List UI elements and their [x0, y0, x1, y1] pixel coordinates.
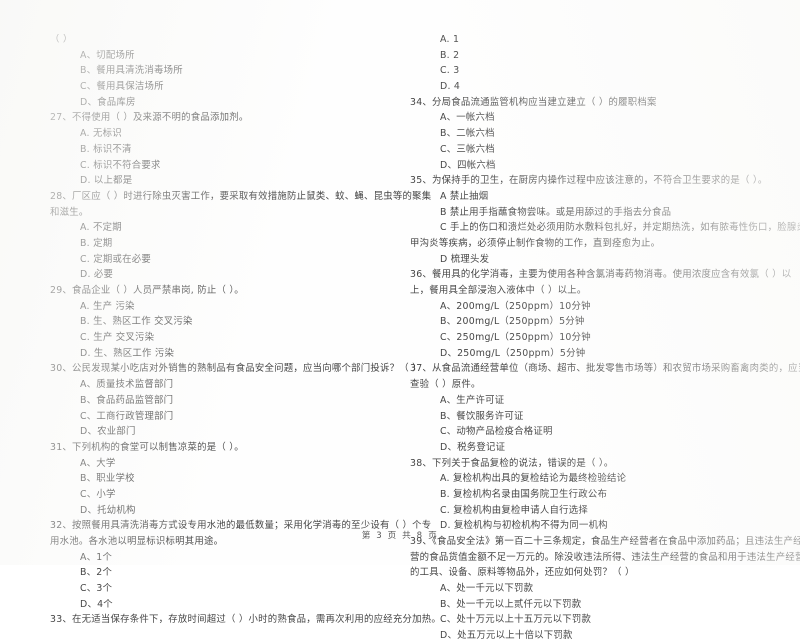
- left-option-line: D、食品库房: [80, 96, 136, 108]
- right-option-line: C、处十万元以上十五万元以下罚款: [440, 614, 592, 626]
- right-option-line: B、餐饮服务许可证: [440, 410, 524, 422]
- right-option-line: D、税务登记证: [440, 441, 506, 453]
- right-option-line: A、一帐六档: [440, 112, 495, 124]
- right-option-line: C. 3: [440, 65, 460, 77]
- left-option-line: A、大学: [80, 457, 116, 469]
- right-option-line: B. 2: [440, 49, 460, 61]
- scanned-page: （ ） A、切配场所 B、餐用具清洗消毒场所 C、餐用具保洁场所 D、食品库房 27、不得…: [0, 0, 800, 641]
- right-cont-line: 营的食品货值金额不足一万元的。除没收违法所得、违法生产经营的食品和用于违法生产经…: [410, 551, 800, 563]
- right-option-line: B、处一千元以上贰仟元以下罚款: [440, 598, 582, 610]
- left-option-line: A、质量技术监督部门: [80, 379, 174, 391]
- left-option-line: C、小学: [80, 488, 116, 500]
- left-option-line: A. 生产 污染: [80, 300, 135, 312]
- right-stem-line: 36、餐用具的化学消毒，主要为使用各种含氯消毒药物消毒。使用浓度应含有效氯（ ）…: [410, 269, 792, 281]
- left-option-line: A、1个: [80, 551, 113, 563]
- right-option-line: C、动物产品检疫合格证明: [440, 426, 553, 438]
- left-stem-line: 28、厂区应（ ）时进行除虫灭害工作，要采取有效措施防止鼠类、蚊、蝇、昆虫等的聚…: [50, 190, 432, 202]
- right-cont-line: 上，餐用具全部浸泡入液体中（ ）以上。: [410, 285, 587, 296]
- left-option-line: C、3个: [80, 583, 113, 595]
- left-option-line: B. 生、熟区工作 交叉污染: [80, 316, 193, 328]
- right-option-line: B 禁止用手指蘸食物尝味。或是用舔过的手指去分食品: [440, 206, 672, 218]
- right-option-line: C、250mg/L（250ppm）10分钟: [440, 332, 591, 344]
- right-option-line: D、四帐六档: [440, 159, 496, 171]
- left-option-line: D. 以上都是: [80, 175, 133, 187]
- left-stem-line: 31、下列机构的食堂可以制售凉菜的是（ ）。: [50, 441, 244, 453]
- right-option-line: C 手上的伤口和溃烂处必须用防水敷料包扎好，并定期热洗，如有脓毒性伤口，脸腺炎,: [440, 222, 800, 234]
- right-stem-line: 38、下列关于食品复检的说法，错误的是（ ）。: [410, 457, 614, 469]
- right-option-line: B. 复检机构名录由国务院卫生行政公布: [440, 488, 608, 500]
- right-option-line: D、处五万元以上十倍以下罚款: [440, 630, 573, 642]
- left-option-line: C. 定期或在必要: [80, 253, 152, 265]
- left-option-line: B. 标识不清: [80, 143, 132, 155]
- left-text-column: （ ） A、切配场所 B、餐用具清洗消毒场所 C、餐用具保洁场所 D、食品库房 27、不得…: [0, 32, 442, 644]
- left-stem-line: 33、在无适当保存条件下，存放时间超过（ ）小时的熟食品，需再次利用的应经充分加…: [50, 614, 442, 626]
- left-option-line: D、4个: [80, 598, 113, 610]
- right-option-line: A. 复检机构出具的复检结论为最终检验结论: [440, 473, 627, 485]
- left-option-line: B、食品药品监管部门: [80, 394, 174, 406]
- left-option-line: A. 不定期: [80, 222, 122, 234]
- left-option-line: A、切配场所: [80, 49, 135, 61]
- right-option-line: C、三帐六档: [440, 143, 495, 155]
- right-option-line: A、生产许可证: [440, 394, 505, 406]
- left-cont-line: 和滋生。: [50, 206, 89, 218]
- left-option-line: D. 必要: [80, 269, 114, 281]
- left-stem-line: （ ）: [50, 34, 73, 45]
- right-option-line: D、250mg/L（250ppm）5分钟: [440, 347, 586, 359]
- left-option-line: D、农业部门: [80, 426, 136, 438]
- left-option-line: C、餐用具保洁场所: [80, 81, 164, 93]
- left-option-line: C. 标识不符合要求: [80, 159, 161, 171]
- right-option-line: D. 4: [440, 81, 461, 93]
- left-stem-line: 30、公民发现某小吃店对外销售的熟制品有食品安全问题，应当向哪个部门投诉？（ ）: [50, 363, 422, 375]
- left-option-line: B、2个: [80, 567, 113, 579]
- right-option-line: A、200mg/L（250ppm）10分钟: [440, 300, 591, 312]
- left-stem-line: 29、食品企业（ ）人员严禁串岗, 防止（ ）。: [50, 285, 244, 296]
- right-cont-line: 的工具、设备、原料等物品外，还应如何处罚？（ ）: [410, 567, 635, 579]
- right-option-line: C. 复检机构由复检申请人自行选择: [440, 504, 589, 516]
- right-option-line: B、200mg/L（250ppm）5分钟: [440, 316, 585, 328]
- right-stem-line: 37、从食品流通经营单位（商场、超市、批发零售市场等）和农贸市场采购畜禽肉类的，…: [410, 363, 800, 375]
- right-cont-line: 甲沟炎等疾病，必须停止制作食物的工作，直到痊愈为止。: [410, 237, 661, 249]
- right-option-line: B、二帐六档: [440, 128, 495, 140]
- right-stem-line: 34、分局食品流通监管机构应当建立建立（ ）的履职档案: [410, 96, 657, 108]
- right-option-line: A 禁止抽烟: [440, 190, 489, 202]
- two-column-body: （ ） A、切配场所 B、餐用具清洗消毒场所 C、餐用具保洁场所 D、食品库房 27、不得…: [0, 32, 800, 644]
- left-option-line: B. 定期: [80, 237, 113, 249]
- left-option-line: C. 生产 交叉污染: [80, 332, 155, 344]
- left-stem-line: 27、不得使用（ ）及来源不明的食品添加剂。: [50, 112, 249, 124]
- right-stem-line: 35、为保持手的卫生，在厨房内操作过程中应该注意的，不符合卫生要求的是（ ）。: [410, 175, 768, 187]
- page-footer: 第 3 页 共 8 页: [361, 531, 439, 541]
- left-option-line: B、职业学校: [80, 473, 135, 485]
- left-option-line: C、工商行政管理部门: [80, 410, 174, 422]
- left-option-line: D、托幼机构: [80, 504, 136, 516]
- left-option-line: D. 生、熟区工作 污染: [80, 347, 175, 359]
- right-option-line: A. 1: [440, 34, 460, 45]
- left-option-line: A. 无标识: [80, 128, 122, 140]
- left-option-line: B、餐用具清洗消毒场所: [80, 65, 183, 77]
- right-cont-line: 查验（ ）原件。: [410, 379, 481, 391]
- right-option-line: A、处一千元以下罚款: [440, 583, 534, 595]
- right-option-line: D 梳理头发: [440, 253, 490, 265]
- right-text-column: A. 1 B. 2 C. 3 D. 4 34、分局食品流通监管机构应当建立建立（ ）的履…: [400, 32, 800, 644]
